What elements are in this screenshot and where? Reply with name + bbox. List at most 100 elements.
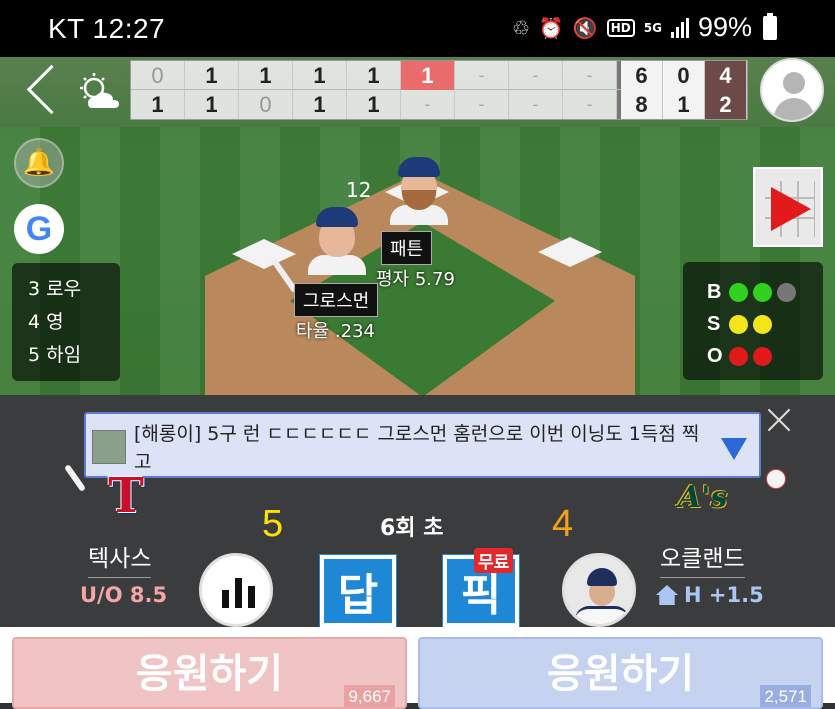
mute-icon: 🔇 (572, 15, 598, 40)
outs-label: O (707, 344, 723, 367)
hd-icon: HD (606, 18, 635, 37)
cheer-home-button[interactable]: 응원하기 2,571 (418, 637, 823, 709)
ball-count: B S O (683, 262, 823, 380)
away-score: 5 (262, 503, 284, 545)
chevron-down-icon[interactable] (721, 438, 747, 460)
strike-dot (729, 314, 748, 334)
batter-average: 타율 .234 (296, 321, 375, 342)
home-icon (656, 585, 678, 605)
player-profile-button[interactable] (562, 553, 636, 627)
back-button[interactable] (24, 64, 64, 120)
home-runs: 8 (621, 90, 663, 119)
inning-score: - (401, 90, 455, 119)
inning-score: 1 (239, 61, 293, 90)
cheer-away-count: 9,667 (344, 685, 395, 707)
texas-logo: T (108, 468, 144, 524)
batter-photo[interactable] (306, 205, 368, 275)
home-score-row: 1 1 0 1 1 - - - - 8 1 2 (131, 90, 747, 119)
away-betting-line: U/O 8.5 (80, 583, 168, 607)
upcoming-lineup: 3 로우 4 영 5 하임 (12, 263, 120, 381)
out-dot (729, 346, 748, 366)
balls-label: B (707, 280, 722, 303)
inning-score: 1 (347, 90, 401, 119)
answer-button[interactable]: 답 (320, 555, 396, 627)
cheer-area: 응원하기 9,667 응원하기 2,571 (0, 627, 835, 709)
close-icon[interactable] (766, 407, 792, 433)
inning-score: - (563, 61, 617, 90)
user-avatar[interactable] (760, 58, 824, 122)
home-line-text: H +1.5 (684, 583, 764, 607)
status-time: KT 12:27 (48, 12, 166, 44)
ball-dot (753, 282, 772, 302)
balls-row: B (707, 276, 823, 308)
inning-label: 6회 초 (380, 516, 444, 541)
home-hits: 1 (663, 90, 705, 119)
away-score-row: 0 1 1 1 1 1 - - - 6 0 4 (131, 61, 747, 90)
outs-row: O (707, 340, 823, 372)
inning-score: - (563, 90, 617, 119)
status-bar: KT 12:27 ♲ ⏰ 🔇 HD 5G 99% (0, 0, 835, 57)
lineup-item: 5 하임 (28, 344, 82, 366)
current-inning-score: 1 (401, 61, 455, 90)
home-score: 4 (552, 503, 574, 545)
pitch-count: 12 (346, 178, 372, 202)
home-team-name: 오클랜드 (660, 539, 745, 578)
bell-icon[interactable]: 🔔 (14, 138, 64, 188)
away-runs: 6 (621, 61, 663, 90)
alarm-icon: ⏰ (538, 15, 564, 40)
ball-dot (777, 282, 796, 302)
cheer-home-label: 응원하기 (546, 651, 695, 697)
partly-sunny-icon (80, 73, 119, 108)
strike-dot (753, 314, 772, 334)
recycle-icon: ♲ (511, 15, 530, 40)
play-icon (771, 187, 811, 231)
signal-icon (670, 17, 689, 38)
stats-button[interactable] (199, 553, 273, 627)
google-icon[interactable]: G (14, 204, 64, 254)
battery-percent: 99% (697, 12, 752, 42)
away-team-name: 텍사스 (88, 539, 152, 578)
inning-score: - (455, 90, 509, 119)
free-badge: 무료 (474, 548, 514, 573)
baseball-icon (766, 469, 786, 489)
scoreboard: 0 1 1 1 1 1 - - - 6 0 4 1 1 0 1 1 - - - … (130, 60, 748, 120)
bat-icon (63, 463, 87, 493)
inning-score: 0 (131, 61, 185, 90)
status-icons: ♲ ⏰ 🔇 HD 5G 99% (512, 12, 777, 43)
out-dot (753, 346, 772, 366)
strikes-label: S (707, 312, 721, 335)
inning-score: - (509, 61, 563, 90)
inning-score: 1 (293, 61, 347, 90)
home-errors: 2 (705, 90, 747, 119)
inning-score: 1 (347, 61, 401, 90)
inning-score: - (455, 61, 509, 90)
chat-text: [해롱이] 5구 런 ㄷㄷㄷㄷㄷㄷ 그로스먼 홈런으로 이번 이닝도 1득점 찍… (134, 423, 700, 473)
network-icon: 5G (643, 20, 662, 35)
pitcher-era: 평자 5.79 (376, 269, 455, 290)
inning-score: 0 (239, 90, 293, 119)
away-hits: 0 (663, 61, 705, 90)
battery-icon (763, 12, 777, 40)
ball-dot (729, 282, 748, 302)
cheer-away-label: 응원하기 (135, 651, 284, 697)
strikes-row: S (707, 308, 823, 340)
inning-score: 1 (185, 61, 239, 90)
inning-score: - (509, 90, 563, 119)
chat-message[interactable]: [해롱이] 5구 런 ㄷㄷㄷㄷㄷㄷ 그로스먼 홈런으로 이번 이닝도 1득점 찍… (84, 412, 761, 478)
lineup-item: 3 로우 (28, 278, 82, 300)
video-play-button[interactable] (753, 167, 823, 247)
inning-score: 1 (131, 90, 185, 119)
game-panel: [해롱이] 5구 런 ㄷㄷㄷㄷㄷㄷ 그로스먼 홈런으로 이번 이닝도 1득점 찍… (0, 395, 835, 627)
pitcher-name: 패튼 (381, 231, 433, 265)
oakland-logo: A's (678, 480, 728, 515)
bar-chart-icon (222, 578, 255, 608)
cheer-away-button[interactable]: 응원하기 9,667 (12, 637, 407, 709)
away-errors: 4 (705, 61, 747, 90)
inning-score: 1 (293, 90, 347, 119)
lineup-item: 4 영 (28, 311, 64, 333)
chat-avatar (92, 430, 126, 464)
pitcher-photo[interactable] (388, 155, 450, 225)
home-betting-line: H +1.5 (656, 583, 764, 607)
cheer-home-count: 2,571 (760, 685, 811, 707)
batter-name: 그로스먼 (294, 283, 379, 317)
